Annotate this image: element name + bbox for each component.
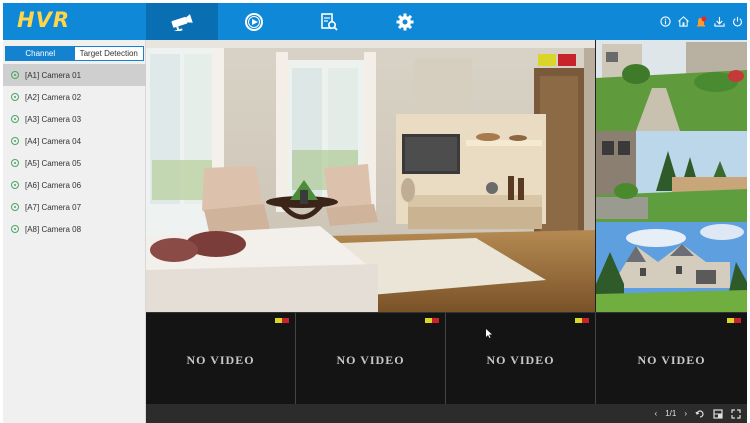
recording-badge xyxy=(575,318,589,323)
page-indicator: 1/1 xyxy=(665,409,677,418)
camera-icon xyxy=(171,13,193,31)
camera-status-icon xyxy=(11,71,19,79)
info-icon xyxy=(659,16,671,27)
sequence-icon[interactable] xyxy=(695,409,705,419)
recording-badge xyxy=(727,318,741,323)
nav-tab-settings[interactable] xyxy=(369,3,441,40)
power-icon xyxy=(732,16,742,27)
no-video-label: NO VIDEO xyxy=(336,353,405,367)
camera-list-item[interactable]: [A1] Camera 01 xyxy=(3,64,146,86)
next-page-button[interactable]: › xyxy=(684,409,687,418)
tab-target-detection[interactable]: Target Detection xyxy=(74,47,143,60)
download-button[interactable] xyxy=(713,16,725,28)
living-room-feed xyxy=(146,40,595,312)
camera-label: [A3] Camera 03 xyxy=(25,114,82,124)
camera-list-item[interactable]: [A4] Camera 04 xyxy=(3,130,146,152)
fullscreen-icon[interactable] xyxy=(731,408,741,419)
bottom-toolbar: ‹ 1/1 › xyxy=(146,404,747,423)
no-video-label: NO VIDEO xyxy=(637,353,706,367)
camera-list-item[interactable]: [A3] Camera 03 xyxy=(3,108,146,130)
camera-status-icon xyxy=(11,181,19,189)
camera-label: [A4] Camera 04 xyxy=(25,136,82,146)
nav-tab-live-view[interactable] xyxy=(146,3,218,40)
camera-label: [A1] Camera 01 xyxy=(25,70,82,80)
top-right-icons xyxy=(659,3,743,40)
live-view-camera-06[interactable]: NO VIDEO xyxy=(296,312,446,404)
camera-list-item[interactable]: [A7] Camera 07 xyxy=(3,196,146,218)
home-button[interactable] xyxy=(677,16,689,28)
camera-status-icon xyxy=(11,93,19,101)
camera-list: [A1] Camera 01 [A2] Camera 02 [A3] Camer… xyxy=(3,64,146,240)
live-view-camera-02[interactable] xyxy=(595,40,747,131)
live-view-camera-08[interactable]: NO VIDEO xyxy=(596,312,747,404)
garden-path-feed xyxy=(596,40,747,131)
tab-channel[interactable]: Channel xyxy=(6,47,75,60)
camera-label: [A8] Camera 08 xyxy=(25,224,82,234)
pager: ‹ 1/1 › xyxy=(655,404,741,423)
camera-list-item[interactable]: [A5] Camera 05 xyxy=(3,152,146,174)
power-button[interactable] xyxy=(731,16,743,28)
info-button[interactable] xyxy=(659,16,671,28)
sidebar-tabs: Channel Target Detection xyxy=(5,46,144,61)
nav-tab-playback[interactable] xyxy=(218,3,290,40)
camera-status-icon xyxy=(11,115,19,123)
camera-status-icon xyxy=(11,137,19,145)
layout-icon[interactable] xyxy=(713,408,723,419)
top-bar: HVR xyxy=(3,3,747,40)
recording-badge xyxy=(425,318,439,323)
nav-tab-search[interactable] xyxy=(293,3,365,40)
live-view-camera-05[interactable]: NO VIDEO xyxy=(146,312,296,404)
recording-badge xyxy=(275,318,289,323)
mouse-cursor-icon xyxy=(486,329,492,338)
camera-label: [A5] Camera 05 xyxy=(25,158,82,168)
download-icon xyxy=(713,16,725,27)
playback-icon xyxy=(245,12,263,31)
app-logo: HVR xyxy=(17,8,70,32)
camera-status-icon xyxy=(11,159,19,167)
camera-status-icon xyxy=(11,203,19,211)
house-exterior-feed xyxy=(596,222,747,312)
settings-gear-icon xyxy=(396,13,414,30)
no-video-label: NO VIDEO xyxy=(486,353,555,367)
alarm-notification-icon xyxy=(697,16,707,26)
camera-label: [A2] Camera 02 xyxy=(25,92,82,102)
camera-list-item[interactable]: [A8] Camera 08 xyxy=(3,218,146,240)
dvr-app: HVR Channel Target Detection [A1] Camera… xyxy=(3,3,747,423)
channel-sidebar: Channel Target Detection [A1] Camera 01 … xyxy=(3,40,146,423)
live-view-camera-04[interactable] xyxy=(595,222,747,312)
camera-label: [A7] Camera 07 xyxy=(25,202,82,212)
live-view-camera-01[interactable] xyxy=(146,40,595,312)
live-view-camera-03[interactable] xyxy=(595,131,747,222)
camera-list-item[interactable]: [A2] Camera 02 xyxy=(3,86,146,108)
alarm-button[interactable] xyxy=(695,16,707,28)
camera-label: [A6] Camera 06 xyxy=(25,180,82,190)
live-view-camera-07[interactable]: NO VIDEO xyxy=(446,312,596,404)
backyard-feed xyxy=(596,131,747,222)
home-icon xyxy=(677,16,689,27)
camera-status-icon xyxy=(11,225,19,233)
camera-list-item[interactable]: [A6] Camera 06 xyxy=(3,174,146,196)
no-video-label: NO VIDEO xyxy=(186,353,255,367)
prev-page-button[interactable]: ‹ xyxy=(655,409,658,418)
search-file-icon xyxy=(321,12,338,31)
